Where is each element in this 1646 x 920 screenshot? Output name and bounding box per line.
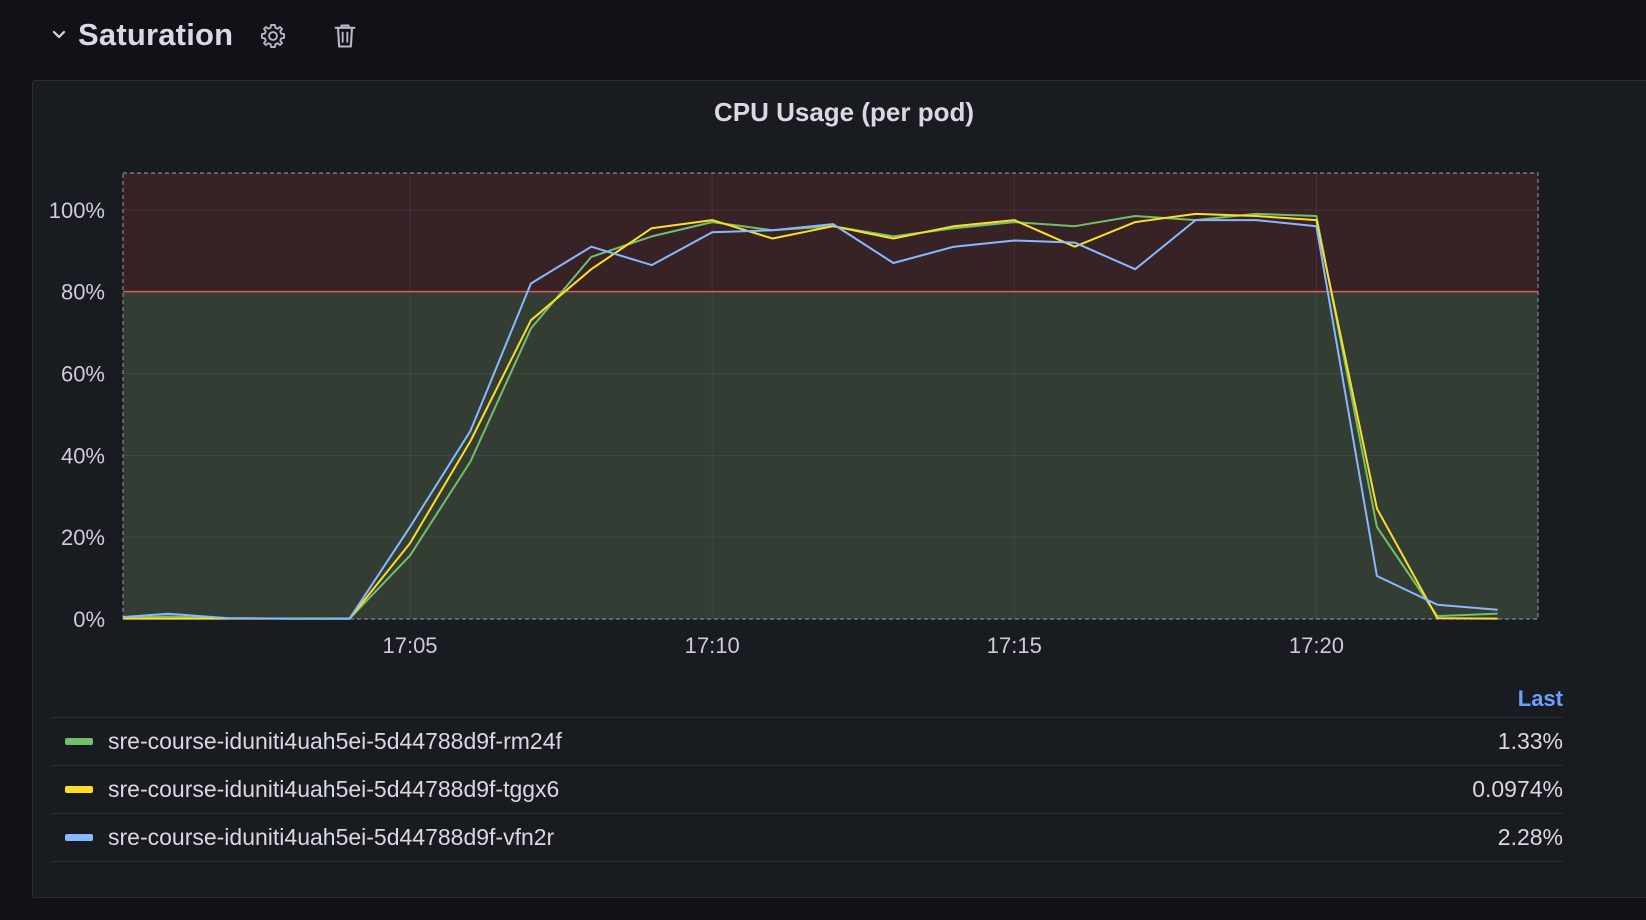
row-header[interactable]: Saturation bbox=[46, 12, 233, 58]
legend-item-name[interactable]: sre-course-iduniti4uah5ei-5d44788d9f-tgg… bbox=[108, 776, 1472, 803]
threshold-region-critical bbox=[123, 173, 1538, 292]
legend-swatch bbox=[65, 786, 93, 793]
y-tick-label: 80% bbox=[61, 280, 105, 305]
y-tick-label: 100% bbox=[49, 198, 105, 223]
y-tick-label: 40% bbox=[61, 443, 105, 468]
legend-header-last[interactable]: Last bbox=[51, 681, 1563, 718]
gear-icon[interactable] bbox=[257, 20, 289, 52]
x-tick-label: 17:05 bbox=[382, 633, 437, 658]
legend-item-name[interactable]: sre-course-iduniti4uah5ei-5d44788d9f-rm2… bbox=[108, 728, 1498, 755]
y-tick-label: 20% bbox=[61, 525, 105, 550]
legend-item-name[interactable]: sre-course-iduniti4uah5ei-5d44788d9f-vfn… bbox=[108, 824, 1498, 851]
x-tick-label: 17:20 bbox=[1289, 633, 1344, 658]
y-tick-label: 0% bbox=[73, 607, 105, 632]
legend-item[interactable]: sre-course-iduniti4uah5ei-5d44788d9f-rm2… bbox=[51, 718, 1563, 766]
x-tick-label: 17:10 bbox=[685, 633, 740, 658]
x-tick-label: 17:15 bbox=[987, 633, 1042, 658]
legend-item[interactable]: sre-course-iduniti4uah5ei-5d44788d9f-tgg… bbox=[51, 766, 1563, 814]
legend-swatch bbox=[65, 834, 93, 841]
legend-item-value: 1.33% bbox=[1497, 728, 1563, 754]
row-title[interactable]: Saturation bbox=[78, 17, 233, 53]
legend-item-value: 0.0974% bbox=[1472, 776, 1563, 802]
cpu-usage-panel[interactable]: CPU Usage (per pod) 0% 20% 40% 60% 80% 100% 17… bbox=[32, 80, 1646, 898]
trash-icon[interactable] bbox=[329, 20, 361, 52]
legend-item[interactable]: sre-course-iduniti4uah5ei-5d44788d9f-vfn… bbox=[51, 814, 1563, 862]
legend-item-value: 2.28% bbox=[1497, 824, 1563, 850]
legend-swatch bbox=[65, 738, 93, 745]
y-tick-label: 60% bbox=[61, 361, 105, 386]
legend: Last sre-course-iduniti4uah5ei-5d44788d9… bbox=[51, 681, 1563, 862]
chevron-down-icon[interactable] bbox=[46, 22, 72, 48]
cpu-usage-chart[interactable]: 0% 20% 40% 60% 80% 100% 17:05 17:10 17:15 17:20 bbox=[33, 81, 1646, 681]
